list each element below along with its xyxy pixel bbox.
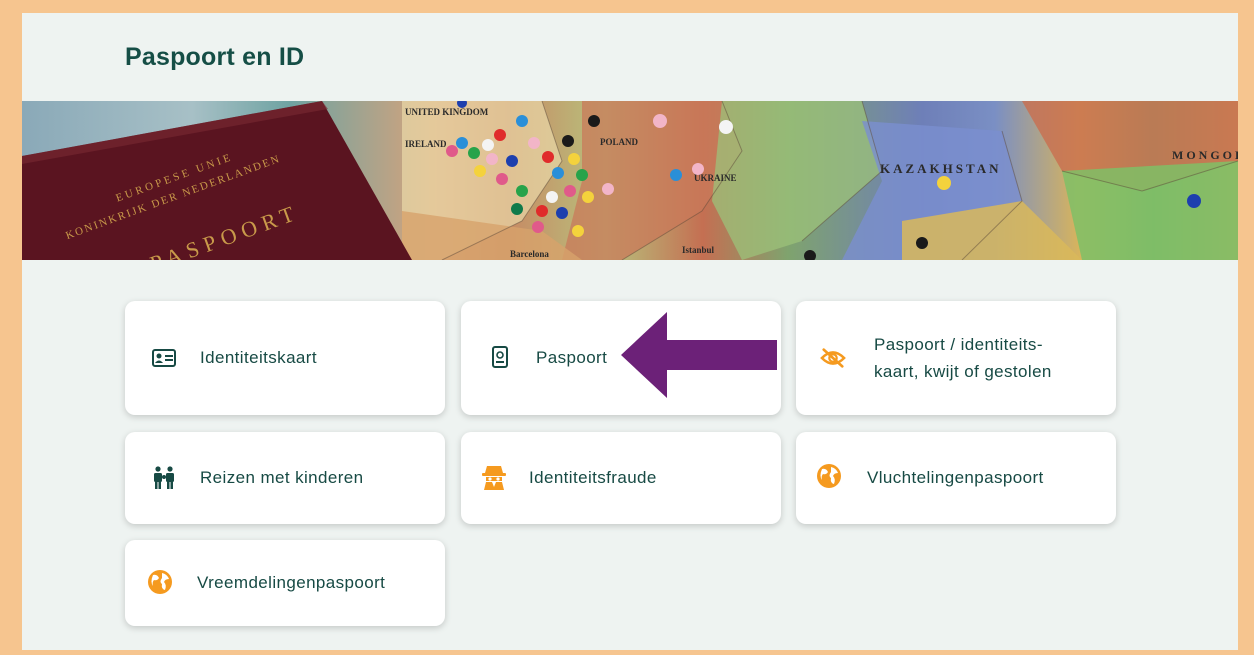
page-frame: Paspoort en ID UNITED KINGDOM IRELAND PO… bbox=[22, 13, 1238, 650]
card-reizen-met-kinderen[interactable]: Reizen met kinderen bbox=[125, 432, 445, 524]
card-label: Vreemdelingenpaspoort bbox=[197, 573, 386, 592]
map-label: UNITED KINGDOM bbox=[405, 107, 489, 117]
map-label: KAZAKHSTAN bbox=[880, 161, 1002, 176]
card-label-line1: Paspoort / identiteits- bbox=[874, 335, 1043, 354]
globe-icon bbox=[147, 569, 173, 595]
banner-image: UNITED KINGDOM IRELAND POLAND UKRAINE KA… bbox=[22, 101, 1238, 260]
spy-icon bbox=[481, 464, 507, 490]
map-label: POLAND bbox=[600, 137, 639, 147]
map-label: MONGOL bbox=[1172, 148, 1238, 162]
card-label: Paspoort / identiteits- kaart, kwijt of … bbox=[874, 331, 1052, 385]
card-kwijt-of-gestolen[interactable]: Paspoort / identiteits- kaart, kwijt of … bbox=[796, 301, 1116, 415]
page-title: Paspoort en ID bbox=[125, 43, 305, 71]
card-label: Paspoort bbox=[536, 348, 608, 367]
map-label: Istanbul bbox=[682, 245, 715, 255]
card-label: Vluchtelingenpaspoort bbox=[867, 468, 1044, 487]
card-label: Identiteitsfraude bbox=[529, 468, 657, 487]
id-card-icon bbox=[151, 345, 177, 371]
card-label: Identiteitskaart bbox=[200, 348, 317, 367]
eye-slash-icon bbox=[820, 345, 846, 371]
globe-icon bbox=[816, 463, 842, 489]
map-label: Barcelona bbox=[510, 249, 549, 259]
card-identiteitsfraude[interactable]: Identiteitsfraude bbox=[461, 432, 781, 524]
card-vluchtelingenpaspoort[interactable]: Vluchtelingenpaspoort bbox=[796, 432, 1116, 524]
annotation-arrow bbox=[621, 312, 777, 398]
card-label-line2: kaart, kwijt of gestolen bbox=[874, 362, 1052, 381]
map-label: IRELAND bbox=[405, 139, 447, 149]
banner-illustration: UNITED KINGDOM IRELAND POLAND UKRAINE KA… bbox=[22, 101, 1238, 260]
passport-icon bbox=[487, 344, 513, 370]
family-icon bbox=[151, 465, 177, 491]
card-vreemdelingenpaspoort[interactable]: Vreemdelingenpaspoort bbox=[125, 540, 445, 626]
card-label: Reizen met kinderen bbox=[200, 468, 364, 487]
card-identiteitskaart[interactable]: Identiteitskaart bbox=[125, 301, 445, 415]
passport-illustration: EUROPESE UNIE KONINKRIJK DER NEDERLANDEN… bbox=[22, 101, 412, 260]
